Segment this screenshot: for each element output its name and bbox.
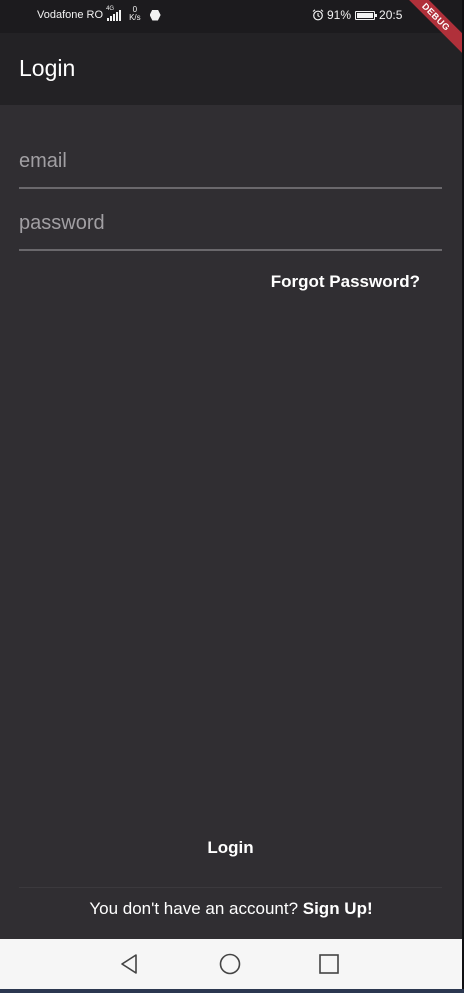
password-field: [19, 203, 442, 251]
status-bar: Vodafone RO 4G 0 K/s 91% 20:5 DEBUG: [0, 0, 462, 58]
app-notification-icon: [149, 9, 161, 21]
forgot-password-link[interactable]: Forgot Password?: [271, 272, 420, 292]
carrier-name: Vodafone RO: [37, 9, 104, 21]
signup-link[interactable]: Sign Up!: [303, 899, 373, 918]
system-nav-bar: [0, 939, 462, 989]
status-time: 20:5: [379, 8, 403, 22]
signal-icon: 4G: [106, 6, 122, 21]
email-field: [19, 141, 442, 189]
login-button[interactable]: Login: [19, 830, 442, 866]
triangle-back-icon[interactable]: [119, 953, 141, 975]
network-speed: 0 K/s: [129, 6, 141, 22]
battery-percent: 91%: [327, 8, 352, 22]
signup-prompt: You don't have an account?: [89, 899, 303, 918]
password-input[interactable]: [19, 203, 442, 243]
alarm-icon: [312, 9, 324, 21]
page-title: Login: [19, 55, 76, 81]
battery-icon: [355, 10, 378, 20]
phone-screen: Vodafone RO 4G 0 K/s 91% 20:5 DEBUG Logi…: [0, 0, 462, 993]
speed-unit: K/s: [129, 13, 141, 22]
circle-home-icon[interactable]: [219, 953, 241, 975]
status-right: 91% 20:5: [312, 8, 402, 22]
square-recents-icon[interactable]: [318, 953, 340, 975]
app-bar: Login: [0, 33, 462, 105]
email-input[interactable]: [19, 141, 442, 181]
network-type: 4G: [106, 5, 115, 12]
signup-row: You don't have an account? Sign Up!: [0, 899, 462, 919]
divider: [19, 887, 442, 888]
status-left: Vodafone RO 4G 0 K/s: [37, 6, 161, 22]
bottom-edge: [0, 989, 464, 993]
